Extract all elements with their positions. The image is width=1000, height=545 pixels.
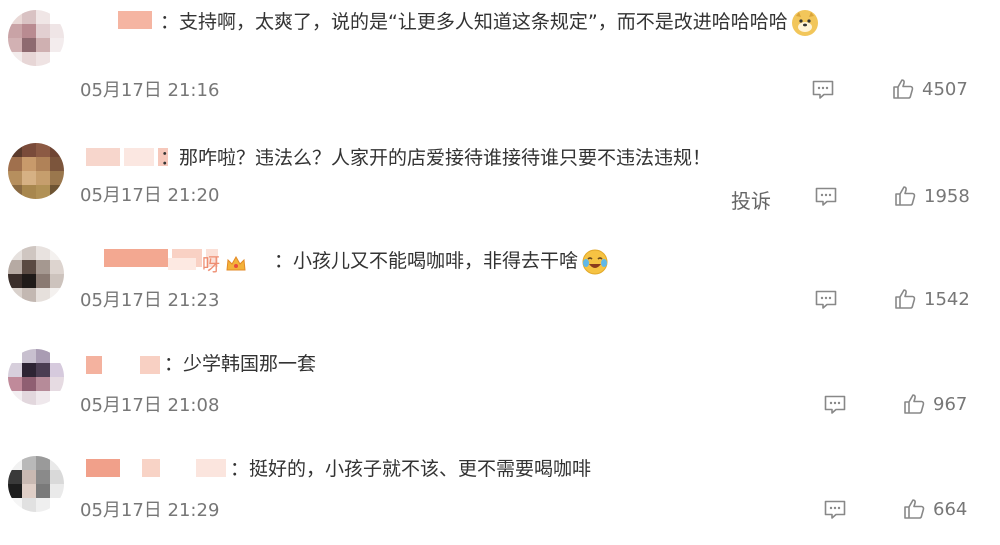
like-button[interactable]: 967 bbox=[903, 393, 967, 415]
avatar[interactable] bbox=[8, 246, 64, 302]
comment-text: ：少学韩国那一套 bbox=[164, 353, 317, 375]
comment-text: ：小孩儿又不能喝咖啡，非得去干啥 bbox=[274, 246, 608, 276]
like-button[interactable]: 4507 bbox=[892, 78, 968, 100]
comment-item: 呀 ：小孩儿又不能喝咖啡，非得去干啥 05月17日 21:23 1542 bbox=[0, 210, 1000, 315]
avatar[interactable] bbox=[8, 10, 64, 66]
comment-time: 05月17日 21:23 bbox=[80, 290, 220, 311]
thumbs-up-icon bbox=[904, 394, 925, 414]
reply-button[interactable] bbox=[815, 187, 837, 206]
like-count: 1542 bbox=[924, 288, 970, 310]
comment-bubble-icon bbox=[812, 80, 834, 99]
comment-bubble-icon bbox=[824, 395, 846, 414]
comment-time: 05月17日 21:16 bbox=[80, 80, 220, 101]
reply-button[interactable] bbox=[824, 395, 846, 414]
doge-emoji-icon bbox=[791, 9, 818, 36]
reply-button[interactable] bbox=[815, 290, 837, 309]
like-count: 664 bbox=[933, 498, 968, 520]
thumbs-up-icon bbox=[904, 499, 925, 519]
username-badge: 呀 bbox=[168, 254, 246, 276]
comment-text: ：那咋啦？违法么？人家开的店爱接待谁接待谁只要不违法违规！ bbox=[160, 147, 712, 169]
thumbs-up-icon bbox=[895, 186, 916, 206]
avatar[interactable] bbox=[8, 143, 64, 199]
like-button[interactable]: 1958 bbox=[894, 185, 970, 207]
comment-item: ：那咋啦？违法么？人家开的店爱接待谁接待谁只要不违法违规！ 05月17日 21:… bbox=[0, 105, 1000, 213]
like-count: 967 bbox=[933, 393, 968, 415]
username-suffix: 呀 bbox=[202, 255, 220, 276]
comment-time: 05月17日 21:20 bbox=[80, 185, 220, 206]
like-count: 1958 bbox=[924, 185, 970, 207]
username[interactable] bbox=[86, 458, 230, 478]
comment-time: 05月17日 21:29 bbox=[80, 500, 220, 521]
avatar[interactable] bbox=[8, 349, 64, 405]
thumbs-up-icon bbox=[895, 289, 916, 309]
comment-text: ：支持啊，太爽了，说的是“让更多人知道这条规定”，而不是改进哈哈哈哈 bbox=[160, 7, 818, 37]
comment-bubble-icon bbox=[824, 500, 846, 519]
reply-button[interactable] bbox=[824, 500, 846, 519]
thumbs-up-icon bbox=[893, 79, 914, 99]
comment-item: ：少学韩国那一套 05月17日 21:08 967 bbox=[0, 315, 1000, 420]
like-count: 4507 bbox=[922, 78, 968, 100]
like-button[interactable]: 664 bbox=[903, 498, 967, 520]
username[interactable] bbox=[118, 10, 156, 30]
avatar[interactable] bbox=[8, 456, 64, 512]
comment-item: ：挺好的，小孩子就不该、更不需要喝咖啡 05月17日 21:29 664 bbox=[0, 420, 1000, 525]
laughing-crying-emoji-icon bbox=[582, 249, 608, 275]
comment-text: ：挺好的，小孩子就不该、更不需要喝咖啡 bbox=[230, 458, 592, 480]
crown-badge-icon bbox=[226, 255, 246, 272]
username[interactable] bbox=[86, 355, 164, 375]
reply-button[interactable] bbox=[812, 80, 834, 99]
comment-item: ：支持啊，太爽了，说的是“让更多人知道这条规定”，而不是改进哈哈哈哈 05月17… bbox=[0, 0, 1000, 105]
comment-bubble-icon bbox=[815, 290, 837, 309]
comment-time: 05月17日 21:08 bbox=[80, 395, 220, 416]
comment-bubble-icon bbox=[815, 187, 837, 206]
like-button[interactable]: 1542 bbox=[894, 288, 970, 310]
